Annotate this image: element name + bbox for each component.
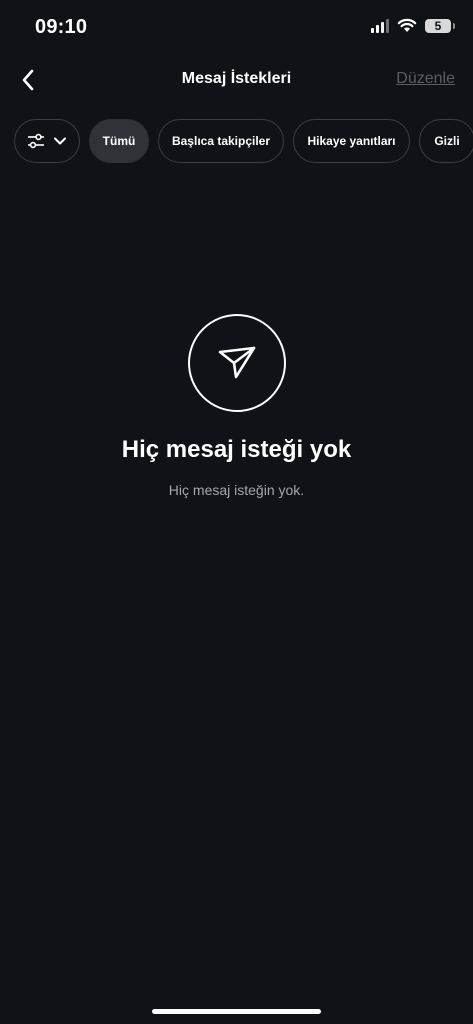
empty-state: Hiç mesaj isteği yok Hiç mesaj isteğin y… xyxy=(0,314,473,498)
battery-icon: 5 xyxy=(425,18,455,33)
battery-level: 5 xyxy=(434,18,442,33)
status-time: 09:10 xyxy=(35,16,88,38)
empty-state-subtitle: Hiç mesaj isteğin yok. xyxy=(168,482,305,498)
status-indicators: 5 xyxy=(371,18,455,33)
paper-plane-icon xyxy=(218,346,255,379)
chip-story-replies[interactable]: Hikaye yanıtları xyxy=(293,119,410,163)
home-indicator[interactable] xyxy=(152,1009,321,1014)
status-bar: 09:10 5 xyxy=(0,0,473,56)
sliders-icon xyxy=(28,133,44,149)
filter-bar: Tümü Başlıca takipçiler Hikaye yanıtları… xyxy=(14,119,473,163)
empty-state-title: Hiç mesaj isteği yok xyxy=(121,436,352,463)
wifi-icon xyxy=(397,18,417,32)
edit-button[interactable]: Düzenle xyxy=(396,70,455,88)
chip-all[interactable]: Tümü xyxy=(89,119,149,163)
header: Mesaj İstekleri Düzenle xyxy=(0,56,473,104)
chevron-down-icon xyxy=(54,137,66,145)
filter-options-button[interactable] xyxy=(14,119,80,163)
cellular-signal-icon xyxy=(371,18,389,33)
empty-state-icon-circle xyxy=(187,314,286,412)
chip-top-followers[interactable]: Başlıca takipçiler xyxy=(158,119,284,163)
chip-hidden[interactable]: Gizli xyxy=(419,119,473,163)
